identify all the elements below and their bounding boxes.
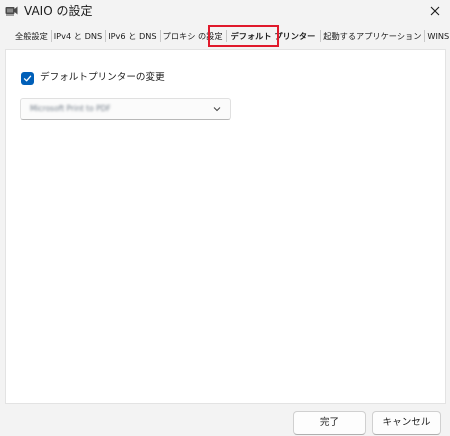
default-printer-panel: デフォルトプリンターの変更 Microsoft Print to PDF (5, 49, 446, 404)
change-default-printer-option[interactable]: デフォルトプリンターの変更 (21, 71, 165, 85)
ok-button[interactable]: 完了 (293, 411, 366, 435)
tab-general[interactable]: 全般設定 (12, 27, 51, 45)
checkmark-icon (23, 75, 32, 81)
tab-proxy-settings[interactable]: プロキシ の設定 (159, 27, 226, 45)
printer-select-dropdown[interactable]: Microsoft Print to PDF (20, 98, 231, 120)
window-title: VAIO の設定 (24, 4, 93, 18)
chevron-down-icon (213, 107, 221, 112)
close-button[interactable] (420, 0, 450, 22)
close-icon (430, 6, 440, 16)
selected-printer-value: Microsoft Print to PDF (30, 104, 111, 113)
cancel-button[interactable]: キャンセル (372, 411, 441, 435)
vaio-settings-icon (5, 6, 18, 16)
tab-bar: 全般設定 IPv4 と DNS IPv6 と DNS プロキシ の設定 デフォル… (12, 27, 450, 45)
tab-wins[interactable]: WINS (424, 27, 450, 45)
tab-ipv6-dns[interactable]: IPv6 と DNS (105, 27, 159, 45)
change-default-printer-checkbox[interactable] (21, 71, 34, 85)
tab-ipv4-dns[interactable]: IPv4 と DNS (50, 27, 105, 45)
tab-default-printer[interactable]: デフォルト プリンター (225, 27, 321, 45)
settings-window: VAIO の設定 全般設定 IPv4 と DNS IPv6 と DNS プロキシ… (0, 0, 450, 436)
title-bar: VAIO の設定 (0, 0, 450, 22)
tab-startup-applications[interactable]: 起動するアプリケーション (320, 27, 424, 45)
change-default-printer-label: デフォルトプリンターの変更 (40, 72, 165, 83)
